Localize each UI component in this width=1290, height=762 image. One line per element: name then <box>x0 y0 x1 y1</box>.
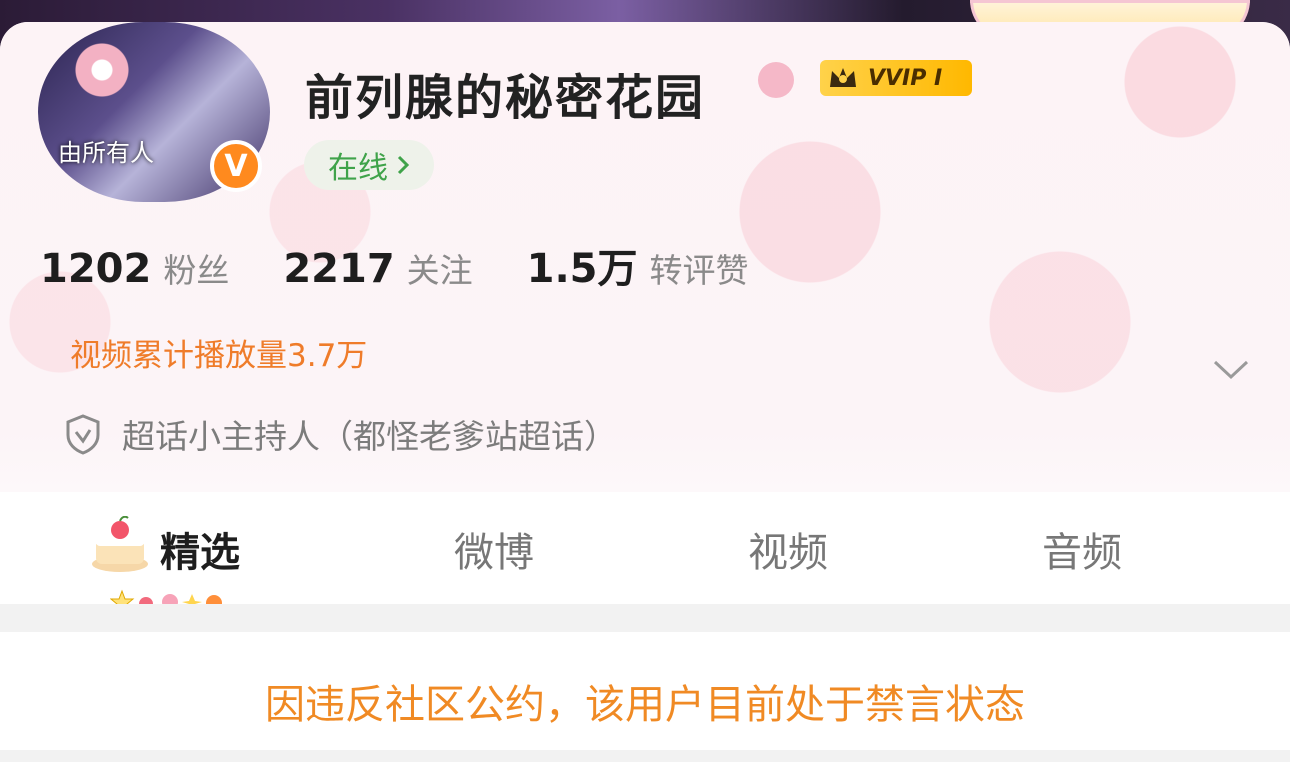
stat-label: 粉丝 <box>163 251 230 290</box>
tab-video[interactable]: 视频 <box>748 520 828 578</box>
stat-value: 2217 <box>283 246 395 292</box>
tab-weibo[interactable]: 微博 <box>454 520 534 578</box>
chevron-down-icon[interactable] <box>1212 358 1250 382</box>
supertopic-role-text: 超话小主持人（都怪老爹站超话） <box>122 417 617 456</box>
profile-screen: 由所有人 V 前列腺的秘密花园 VVIP I 在线 1202 粉丝 2217 关… <box>0 0 1290 762</box>
avatar-flower-decoration <box>74 42 130 98</box>
cake-icon <box>92 516 148 572</box>
avatar-overlay-text: 由所有人 <box>58 139 154 167</box>
mute-notice: 因违反社区公约，该用户目前处于禁言状态 <box>0 632 1290 750</box>
profile-tabs: 精选 微博 视频 音频 <box>0 492 1290 604</box>
stat-label: 关注 <box>406 251 473 290</box>
tab-decoration-icons <box>110 589 222 604</box>
vip-label: VVIP I <box>868 65 943 91</box>
stat-value: 1.5万 <box>526 246 638 292</box>
online-status-button[interactable]: 在线 <box>304 140 434 190</box>
fan-badge-icon[interactable] <box>758 62 794 98</box>
crown-icon <box>830 68 856 87</box>
stat-value: 1202 <box>40 246 152 292</box>
mute-notice-text: 因违反社区公约，该用户目前处于禁言状态 <box>265 682 1025 728</box>
stat-following[interactable]: 2217 关注 <box>283 244 472 292</box>
verified-mark: V <box>224 148 248 184</box>
profile-card: 由所有人 V 前列腺的秘密花园 VVIP I 在线 1202 粉丝 2217 关… <box>0 22 1290 604</box>
stat-label: 转评赞 <box>649 251 749 290</box>
stats-row: 1202 粉丝 2217 关注 1.5万 转评赞 <box>40 236 803 294</box>
verified-icon: V <box>210 140 262 192</box>
username: 前列腺的秘密花园 <box>305 70 706 126</box>
supertopic-role[interactable]: 超话小主持人（都怪老爹站超话） <box>64 410 617 458</box>
shield-check-icon <box>66 414 100 455</box>
video-views-text: 视频累计播放量3.7万 <box>70 338 368 374</box>
vip-badge[interactable]: VVIP I <box>820 60 973 96</box>
online-label: 在线 <box>328 151 388 186</box>
stat-followers[interactable]: 1202 粉丝 <box>40 244 229 292</box>
stat-interactions[interactable]: 1.5万 转评赞 <box>527 236 749 294</box>
tab-audio[interactable]: 音频 <box>1042 520 1122 578</box>
chevron-right-icon <box>397 155 410 175</box>
tab-featured[interactable]: 精选 <box>160 520 240 578</box>
